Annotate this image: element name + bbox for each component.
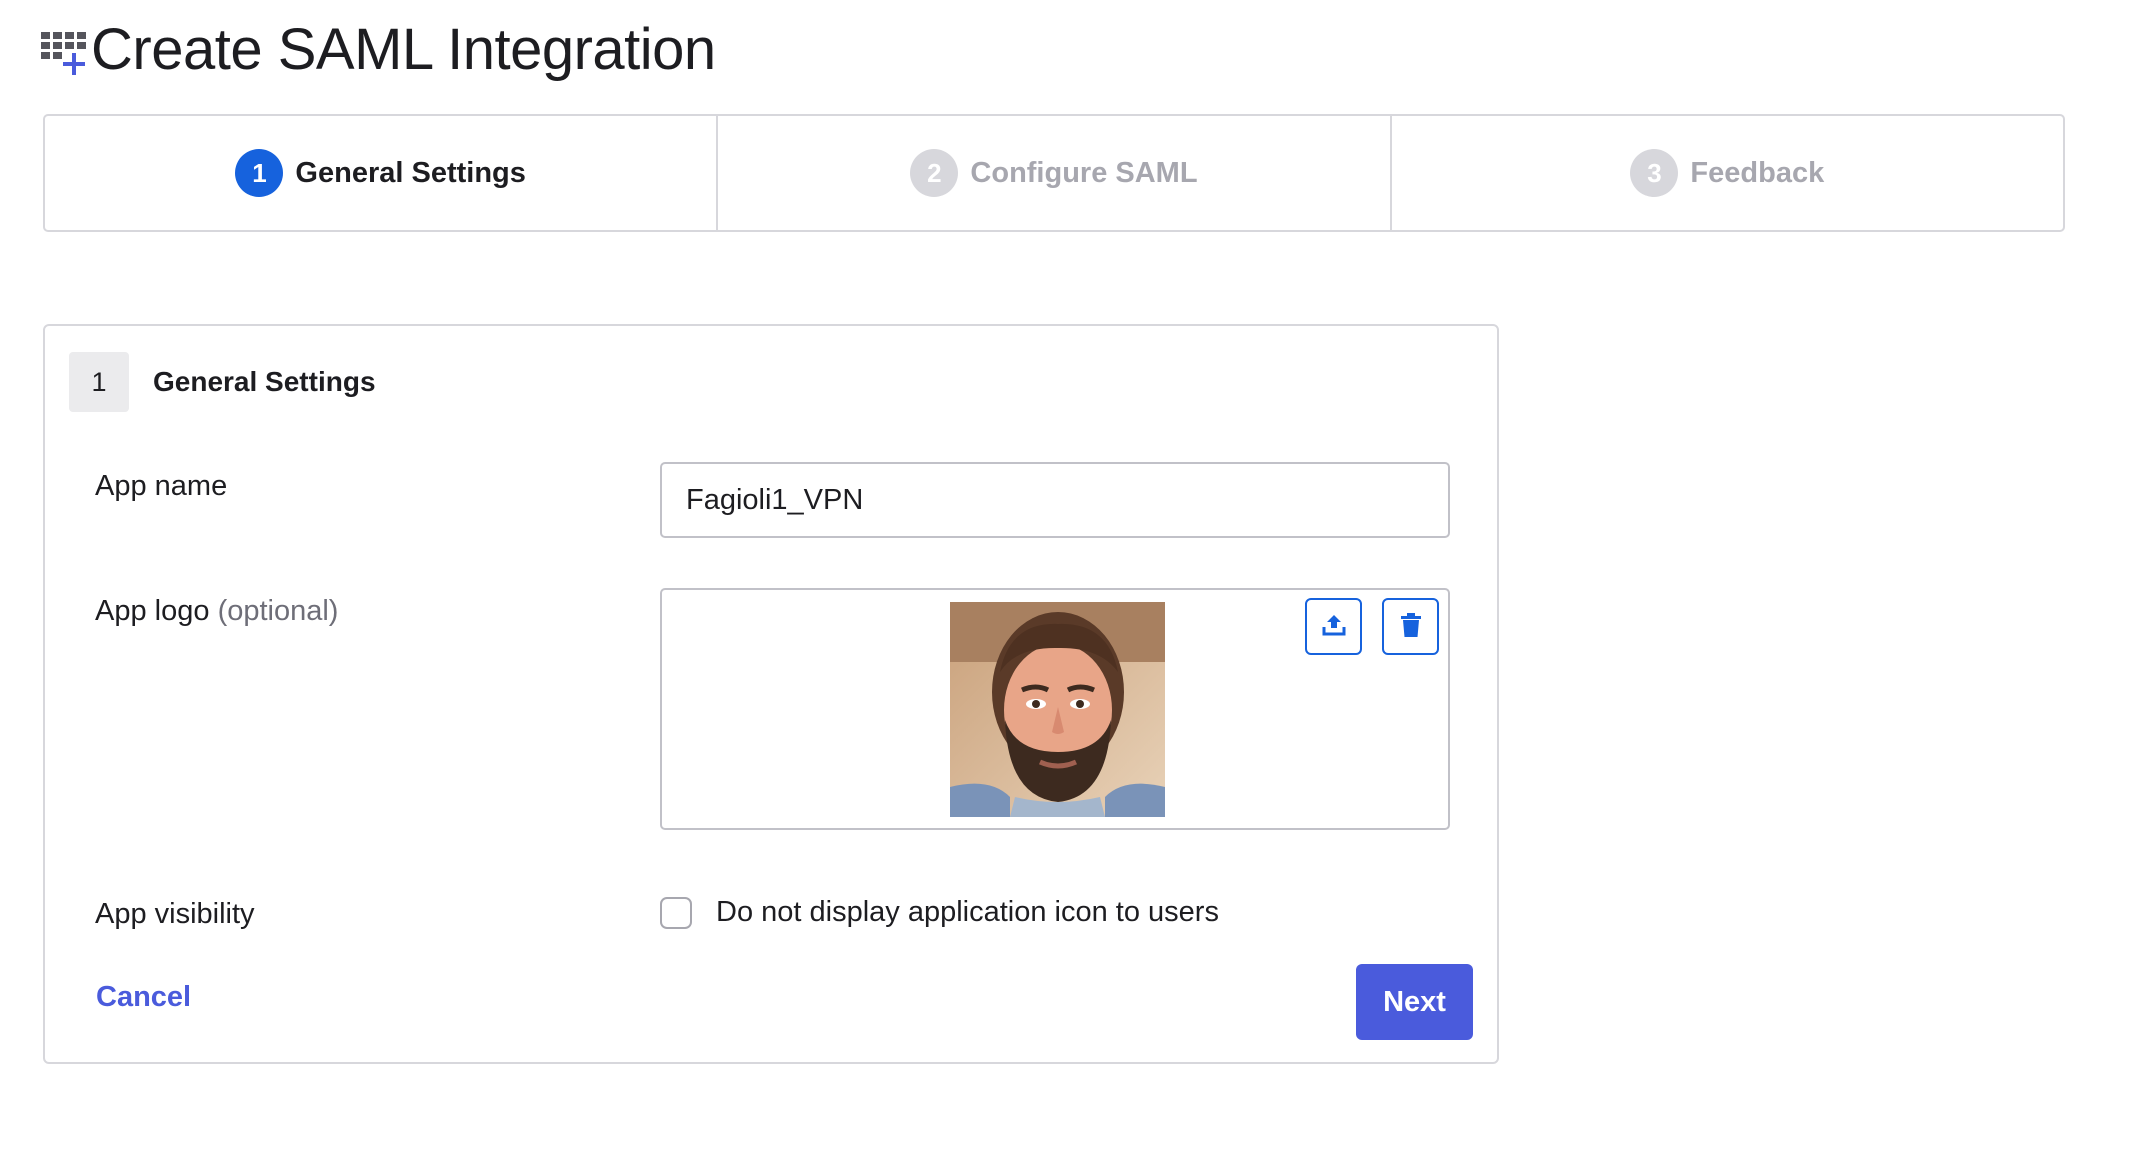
page: Create SAML Integration 1 General Settin… — [0, 0, 2134, 1162]
step-configure-saml[interactable]: 2 Configure SAML — [718, 116, 1392, 230]
section-number: 1 — [69, 352, 129, 412]
general-settings-card: 1 General Settings App name App logo (op… — [43, 324, 1499, 1064]
app-logo-box — [660, 588, 1450, 830]
section-header: 1 General Settings — [69, 352, 376, 412]
page-title: Create SAML Integration — [91, 16, 716, 82]
app-logo-image — [950, 602, 1165, 817]
upload-icon — [1321, 612, 1347, 641]
app-grid-add-icon — [41, 28, 89, 76]
app-logo-label: App logo (optional) — [95, 595, 338, 628]
upload-logo-button[interactable] — [1305, 598, 1362, 655]
next-button[interactable]: Next — [1356, 964, 1473, 1040]
step-number: 1 — [235, 149, 284, 197]
app-name-input[interactable] — [660, 462, 1450, 538]
step-number: 3 — [1630, 149, 1679, 197]
step-label: Feedback — [1690, 156, 1825, 189]
step-number: 2 — [910, 149, 959, 197]
title-row: Create SAML Integration — [41, 14, 716, 84]
hide-icon-checkbox[interactable] — [660, 896, 692, 929]
section-title: General Settings — [153, 366, 376, 397]
cancel-link[interactable]: Cancel — [96, 981, 191, 1014]
app-visibility-label: App visibility — [95, 898, 255, 930]
hide-icon-checkbox-label[interactable]: Do not display application icon to users — [716, 896, 1219, 929]
app-logo-label-text: App logo — [95, 595, 210, 627]
step-general-settings[interactable]: 1 General Settings — [45, 116, 719, 230]
step-label: Configure SAML — [970, 156, 1198, 189]
visibility-checkbox-row: Do not display application icon to users — [660, 896, 1219, 929]
step-label: General Settings — [295, 156, 526, 189]
stepper: 1 General Settings 2 Configure SAML 3 Fe… — [43, 114, 2065, 232]
optional-hint: (optional) — [217, 595, 339, 627]
trash-icon — [1400, 612, 1422, 641]
app-name-label: App name — [95, 470, 228, 502]
step-feedback[interactable]: 3 Feedback — [1392, 116, 2063, 230]
delete-logo-button[interactable] — [1382, 598, 1439, 655]
